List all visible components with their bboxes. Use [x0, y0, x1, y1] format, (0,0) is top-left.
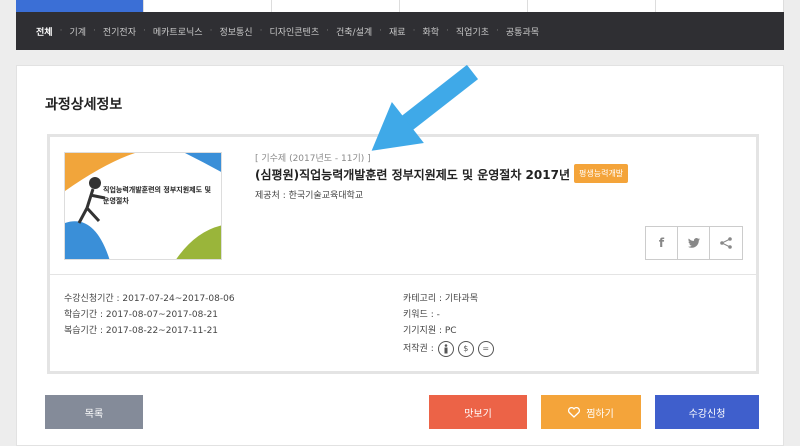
course-title: (심평원)직업능력개발훈련 정부지원제도 및 운영절차 2017년	[255, 168, 571, 182]
copyright-row: 저작권 : $ =	[403, 341, 494, 357]
category-nav-item[interactable]: 디자인콘텐츠	[269, 25, 319, 38]
category-nav: 전체 · 기계 · 전기전자 · 메카트로닉스 · 정보통신 · 디자인콘텐츠 · 건축/설계 · 재료 · 화…	[16, 12, 784, 50]
course-provider: 제공처 : 한국기술교육대학교	[255, 191, 364, 201]
category-info: 카테고리 : 기타과목	[403, 294, 478, 304]
category-nav-item[interactable]: 직업기초	[456, 25, 489, 38]
category-nav-item[interactable]: 재료	[389, 25, 406, 38]
schedule-info: 수강신청기간 : 2017-07-24~2017-08-06 학습기간 : 20…	[64, 291, 235, 339]
nav-separator: ·	[143, 26, 146, 36]
cc-by-icon	[437, 341, 454, 357]
nav-separator: ·	[209, 26, 213, 36]
nav-separator: ·	[59, 26, 63, 36]
nav-separator: ·	[259, 26, 263, 36]
like-label: 찜하기	[586, 408, 614, 420]
device-info: 기기지원 : PC	[403, 326, 457, 336]
nav-separator: ·	[326, 26, 329, 36]
course-thumbnail: 직업능력개발훈련의 정부지원제도 및 운영절차	[64, 152, 222, 260]
category-nav-item[interactable]: 전체	[36, 25, 53, 38]
preview-button[interactable]: 맛보기	[429, 395, 527, 429]
study-period: 학습기간 : 2017-08-07~2017-08-21	[64, 310, 219, 320]
category-nav-item[interactable]: 전기전자	[103, 25, 136, 38]
category-nav-item[interactable]: 정보통신	[219, 25, 252, 38]
course-period: [ 기수제 (2017년도 - 11기) ]	[255, 154, 371, 164]
category-nav-item[interactable]: 메카트로닉스	[153, 25, 203, 38]
main-panel: 과정상세정보 직업능력개발훈련의 정부지원제도 및 운영절차 [ 기수제 (20…	[16, 65, 784, 446]
category-nav-item[interactable]: 화학	[422, 25, 439, 38]
tab[interactable]	[272, 0, 400, 12]
tab-active[interactable]	[16, 0, 144, 12]
twitter-icon[interactable]	[678, 227, 710, 259]
nav-separator: ·	[446, 26, 449, 36]
facebook-icon[interactable]: f	[646, 227, 678, 259]
course-card: 직업능력개발훈련의 정부지원제도 및 운영절차 [ 기수제 (2017년도 - …	[47, 134, 759, 374]
list-button[interactable]: 목록	[45, 395, 143, 429]
copyright-label: 저작권 :	[403, 344, 434, 354]
tab[interactable]	[656, 0, 784, 12]
tab[interactable]	[528, 0, 656, 12]
category-nav-item[interactable]: 공통과목	[506, 25, 539, 38]
tab[interactable]	[400, 0, 528, 12]
page-title: 과정상세정보	[45, 97, 123, 113]
nav-separator: ·	[379, 26, 383, 36]
cc-nd-icon: =	[477, 341, 494, 357]
share-buttons: f	[645, 226, 743, 260]
review-period: 복습기간 : 2017-08-22~2017-11-21	[64, 326, 219, 336]
category-nav-item[interactable]: 기계	[69, 25, 86, 38]
share-icon[interactable]	[710, 227, 742, 259]
card-divider	[50, 274, 756, 275]
apply-button[interactable]: 수강신청	[655, 395, 759, 429]
enroll-period: 수강신청기간 : 2017-07-24~2017-08-06	[64, 294, 235, 304]
thumbnail-text: 직업능력개발훈련의 정부지원제도 및 운영절차	[103, 186, 211, 205]
heart-icon	[568, 406, 581, 418]
nav-separator: ·	[412, 26, 416, 36]
category-nav-item[interactable]: 건축/설계	[336, 25, 372, 38]
course-badge: 평생능력개발	[574, 164, 629, 183]
tab[interactable]	[144, 0, 272, 12]
keyword-info: 키워드 : -	[403, 310, 440, 320]
meta-info: 카테고리 : 기타과목 키워드 : - 기기지원 : PC 저작권 : $ =	[403, 291, 494, 357]
nav-separator: ·	[496, 26, 499, 36]
nav-separator: ·	[93, 26, 96, 36]
like-button[interactable]: 찜하기	[541, 395, 641, 429]
cc-nc-icon: $	[457, 341, 474, 357]
top-tab-strip	[16, 0, 784, 12]
